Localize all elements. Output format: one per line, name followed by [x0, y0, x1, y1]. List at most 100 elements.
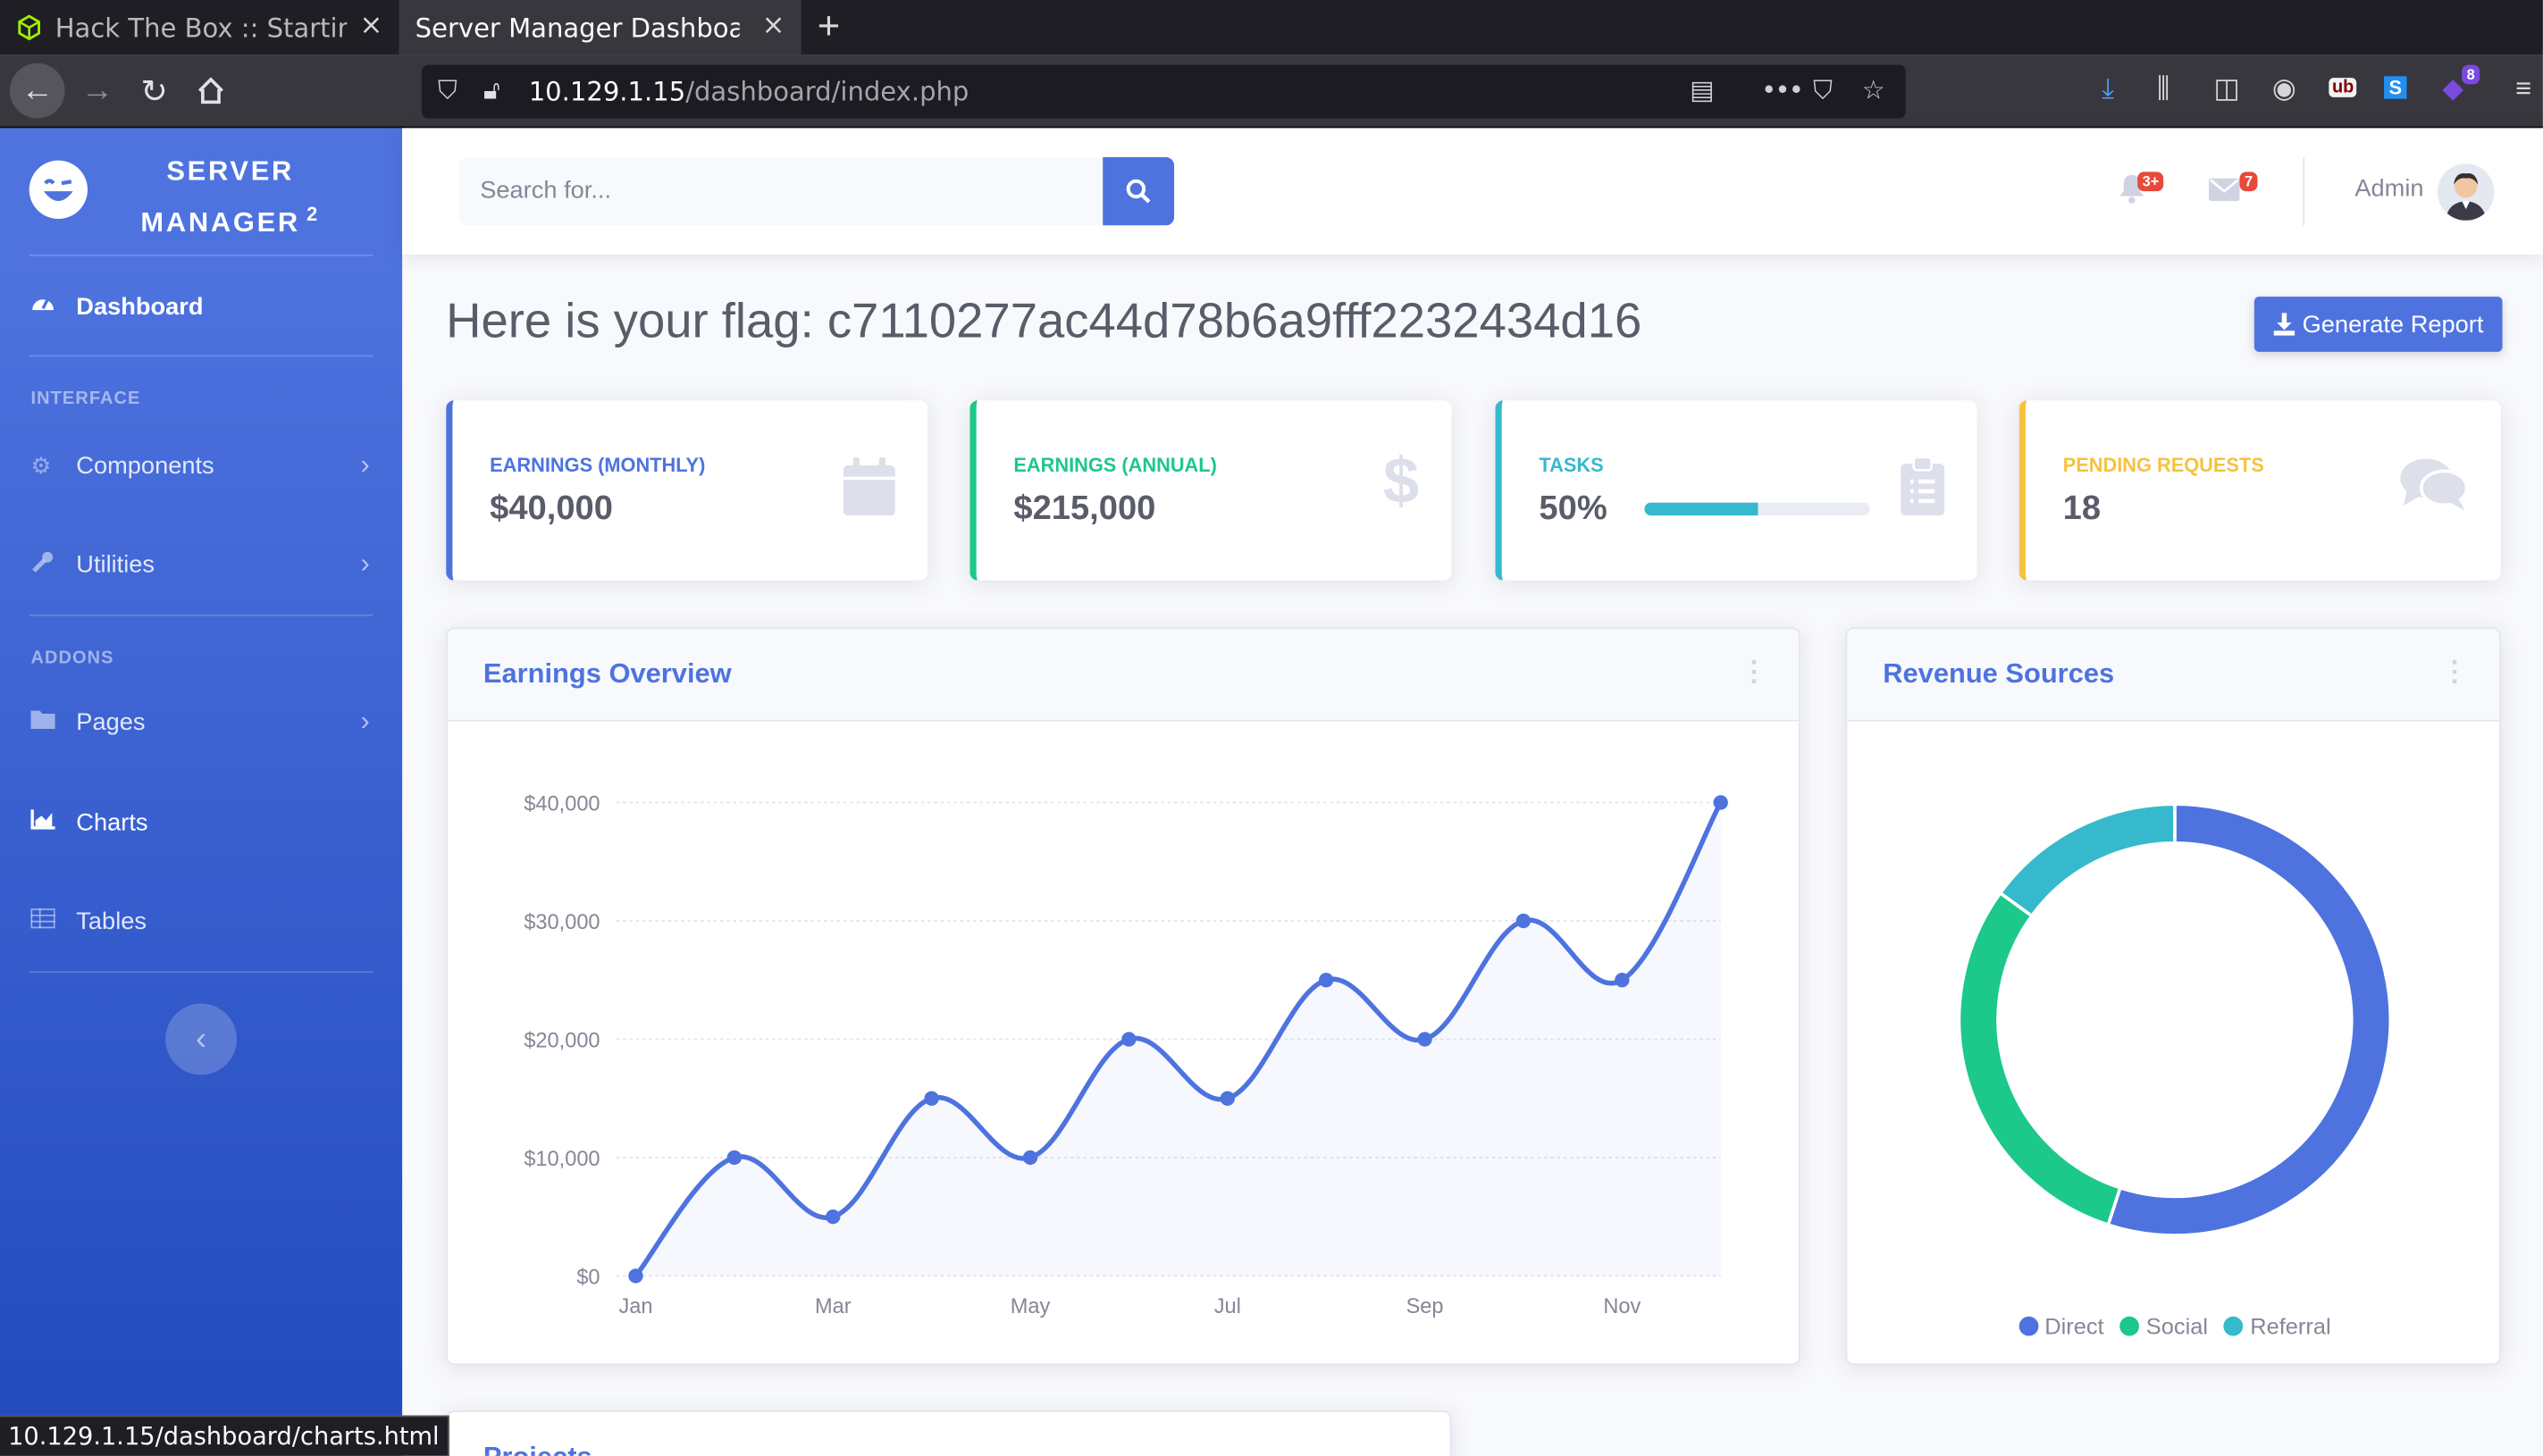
- stat-card-annual: EARNINGS (ANNUAL) $215,000 $: [969, 400, 1452, 581]
- sidebar-heading-interface: INTERFACE: [30, 389, 141, 409]
- app-menu-icon[interactable]: ≡: [2515, 73, 2531, 105]
- wrench-icon: [30, 549, 76, 579]
- avatar[interactable]: [2437, 163, 2495, 221]
- downloads-icon[interactable]: ⤓: [2102, 73, 2114, 105]
- card-title: Projects: [483, 1442, 592, 1456]
- stat-label: EARNINGS (ANNUAL): [1013, 454, 1217, 477]
- topbar: Search for... 3+ 7 Admin: [402, 128, 2543, 255]
- x-tick-label: Mar: [815, 1294, 852, 1318]
- more-actions-icon[interactable]: •••: [1761, 74, 1804, 105]
- tab-label: Hack The Box :: Starting P: [55, 12, 348, 44]
- data-point: [826, 1209, 841, 1225]
- data-point: [924, 1091, 939, 1106]
- data-point: [628, 1268, 643, 1284]
- sidebar: SERVER MANAGER 2 Dashboard INTERFACE ⚙ Co…: [0, 128, 403, 1456]
- data-point: [1121, 1032, 1137, 1047]
- generate-report-button[interactable]: Generate Report: [2253, 297, 2503, 352]
- sidebar-item-pages[interactable]: Pages ›: [0, 679, 402, 763]
- htb-cube-icon: [18, 14, 41, 41]
- earnings-overview-card: Earnings Overview · · · $0 $10,000 $20,000 $3…: [446, 627, 1800, 1366]
- stat-value: 50%: [1539, 490, 1607, 527]
- data-point: [726, 1150, 743, 1166]
- stat-card-monthly: EARNINGS (MONTHLY) $40,000: [446, 400, 928, 581]
- legend-dot-icon: [2224, 1316, 2244, 1336]
- sidebar-item-tables[interactable]: Tables: [0, 879, 402, 963]
- brand-text: SERVER MANAGER 2: [113, 151, 347, 245]
- reader-view-icon[interactable]: ▤: [1690, 74, 1714, 105]
- messages-button[interactable]: [2209, 173, 2240, 211]
- earnings-area-chart: $0 $10,000 $20,000 $30,000 $40,000 Jan Mar May J…: [524, 792, 1728, 1318]
- sidebar-divider: [29, 614, 373, 616]
- sidebar-item-label: Components: [76, 451, 214, 480]
- search-input[interactable]: Search for...: [458, 157, 1104, 226]
- browser-status-url: 10.129.1.15/dashboard/charts.html: [0, 1415, 449, 1456]
- user-name[interactable]: Admin: [2354, 175, 2423, 203]
- chevron-right-icon: ›: [360, 705, 370, 737]
- data-point: [1022, 1150, 1038, 1166]
- legend-dot-icon: [2018, 1316, 2039, 1336]
- library-icon[interactable]: ⫼: [2157, 73, 2170, 105]
- gear-icon: ⚙: [30, 451, 52, 478]
- brand-line2: MANAGER: [140, 206, 300, 238]
- envelope-icon: [2209, 178, 2240, 202]
- x-tick-label: May: [1011, 1294, 1051, 1318]
- revenue-donut-chart: [1957, 802, 2393, 1237]
- data-point: [1220, 1091, 1235, 1106]
- download-icon: [2272, 313, 2295, 336]
- sidebar-toggle-icon[interactable]: ◫: [2213, 73, 2239, 105]
- search-icon: [1126, 179, 1151, 204]
- sidebar-item-label: Pages: [76, 707, 146, 736]
- sidebar-item-utilities[interactable]: Utilities ›: [0, 522, 402, 606]
- insecure-lock-icon: 🔓︎: [483, 74, 500, 105]
- browser-tab-dashboard[interactable]: Server Manager Dashboard ×: [399, 0, 802, 55]
- projects-card: Projects: [446, 1410, 1452, 1456]
- stat-card-tasks: TASKS 50%: [1495, 400, 1977, 581]
- table-icon: [30, 908, 76, 933]
- back-button[interactable]: ←: [9, 63, 65, 119]
- tab-close-icon[interactable]: ×: [359, 10, 382, 42]
- home-button[interactable]: [187, 66, 235, 114]
- y-tick-label: $30,000: [524, 910, 600, 933]
- extension-s-icon[interactable]: S: [2384, 76, 2407, 99]
- ublock-icon[interactable]: ub: [2329, 78, 2358, 97]
- sidebar-item-charts[interactable]: Charts: [0, 780, 402, 864]
- search-button[interactable]: [1103, 157, 1175, 226]
- chevron-left-icon: ‹: [195, 1020, 207, 1057]
- y-tick-label: $10,000: [524, 1147, 600, 1170]
- url-bar[interactable]: ⛉ 🔓︎ 10.129.1.15/dashboard/index.php ▤ •…: [421, 64, 1906, 119]
- legend-label: Direct: [2044, 1313, 2104, 1340]
- stat-label: PENDING REQUESTS: [2062, 454, 2264, 477]
- messages-badge: 7: [2239, 172, 2258, 192]
- forward-button[interactable]: →: [73, 66, 122, 114]
- tab-close-icon[interactable]: ×: [762, 10, 785, 42]
- extension-puzzle-icon[interactable]: ◆: [2442, 73, 2463, 105]
- bookmark-star-icon[interactable]: ☆: [1862, 74, 1885, 105]
- brand-version: 2: [306, 202, 321, 226]
- sidebar-toggle-button[interactable]: ‹: [165, 1003, 237, 1075]
- legend-item: Direct: [2018, 1313, 2104, 1340]
- revenue-sources-card: Revenue Sources · · · Direct Social Referral: [1845, 627, 2502, 1366]
- tab-label: Server Manager Dashboard: [415, 12, 740, 44]
- pocket-icon[interactable]: ⛉: [1813, 74, 1833, 106]
- folder-icon: [30, 708, 76, 734]
- sidebar-item-components[interactable]: ⚙ Components ›: [0, 423, 402, 507]
- sidebar-item-label: Charts: [76, 807, 148, 836]
- browser-tab-bar: Hack The Box :: Starting P × Server Mana…: [0, 0, 2543, 55]
- chart-legend: Direct Social Referral: [1847, 1297, 2502, 1347]
- sidebar-brand[interactable]: SERVER MANAGER 2: [0, 128, 402, 255]
- legend-item: Social: [2119, 1313, 2208, 1339]
- calendar-icon: [843, 456, 895, 531]
- reload-button[interactable]: ↻: [130, 66, 178, 114]
- stat-value: $215,000: [1013, 490, 1156, 527]
- sidebar-divider: [29, 254, 373, 256]
- sidebar-item-label: Tables: [76, 907, 147, 935]
- account-icon[interactable]: ◉: [2272, 73, 2296, 105]
- new-tab-button[interactable]: +: [802, 0, 857, 55]
- browser-tab-htb[interactable]: Hack The Box :: Starting P ×: [0, 0, 399, 55]
- sidebar-item-dashboard[interactable]: Dashboard: [0, 264, 402, 348]
- browser-nav-bar: ← → ↻ ⛉ 🔓︎ 10.129.1.15/dashboard/index.p…: [0, 54, 2543, 129]
- shield-icon: ⛉: [438, 74, 457, 105]
- extension-badge: 8: [2462, 64, 2480, 85]
- tasks-progress-bar: [1644, 502, 1870, 516]
- sidebar-divider: [29, 355, 373, 357]
